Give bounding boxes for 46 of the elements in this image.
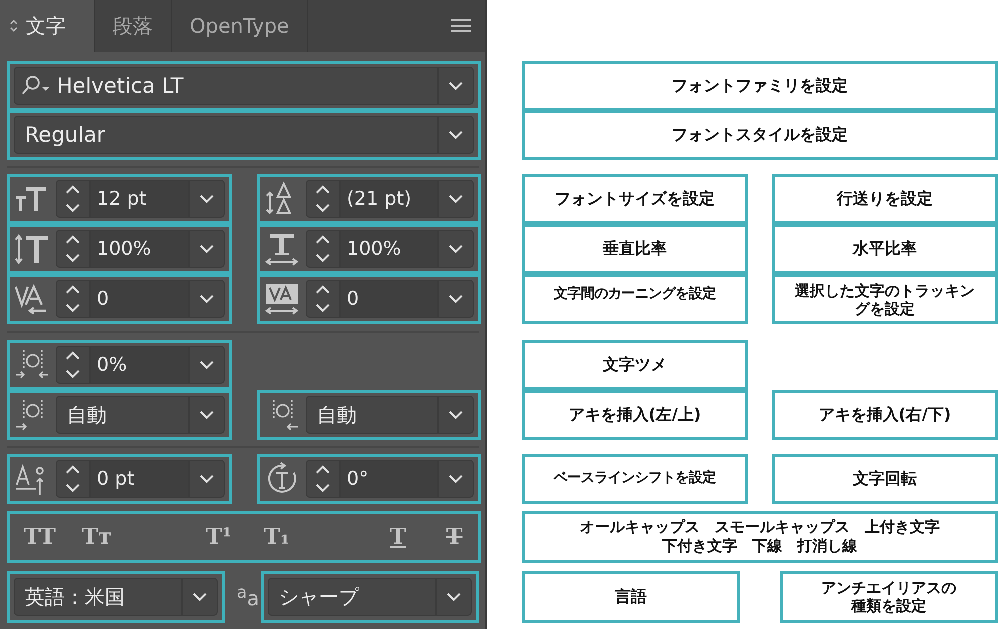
tracking-icon	[264, 281, 300, 317]
annotation-label: 水平比率	[772, 224, 998, 274]
text-style-button[interactable]: TT	[20, 526, 60, 548]
annotation-label: 言語	[522, 571, 740, 623]
annotation-label: ベースラインシフトを設定	[522, 454, 748, 504]
horizontal-scale-icon	[264, 231, 300, 267]
text-style-button[interactable]: T	[442, 526, 467, 548]
number-combo-box[interactable]: 0 pt	[56, 460, 225, 498]
annotation-label: 文字回転	[772, 454, 998, 504]
sort-arrows-icon[interactable]	[10, 19, 18, 33]
annotation-label: アンチエイリアスの種類を設定	[780, 571, 998, 623]
number-combo-box[interactable]: 0°	[306, 460, 474, 498]
font-style-dropdown[interactable]: Regular	[14, 116, 474, 154]
annotation-label: 行送りを設定	[772, 174, 998, 224]
search-icon[interactable]	[21, 75, 51, 97]
antialias-label: $^{a}$a	[237, 583, 260, 611]
annotation-label: フォントファミリを設定	[522, 61, 998, 111]
number-combo-box[interactable]: 12 pt	[56, 180, 225, 218]
language-dropdown[interactable]: 英語：米国	[14, 578, 218, 616]
number-combo-box[interactable]: 100%	[306, 230, 474, 268]
annotation-label: オールキャップス スモールキャップス 上付き文字下付き文字 下線 打消し線	[522, 511, 998, 563]
annotation-label: フォントスタイルを設定	[522, 110, 998, 160]
antialias-dropdown[interactable]: シャープ	[268, 578, 472, 616]
annotation-label: 選択した文字のトラッキングを設定	[772, 274, 998, 324]
annotation-label: 垂直比率	[522, 224, 748, 274]
text-style-button[interactable]: T¹	[202, 526, 236, 548]
number-combo-box[interactable]: 0	[56, 280, 225, 318]
annotation-label: 文字ツメ	[522, 340, 748, 390]
combo-box[interactable]: 0%	[56, 346, 225, 384]
panel-tab[interactable]: OpenType	[172, 0, 308, 52]
annotation-label: アキを挿入(右/下)	[772, 390, 998, 440]
font-family-dropdown[interactable]: Helvetica LT	[14, 67, 474, 105]
menu-icon[interactable]	[451, 19, 471, 33]
number-combo-box[interactable]: 100%	[56, 230, 225, 268]
number-combo-box[interactable]: (21 pt)	[306, 180, 474, 218]
text-style-button[interactable]: T	[386, 526, 410, 548]
panel-tab[interactable]: 段落	[95, 0, 172, 52]
number-combo-box[interactable]: 0	[306, 280, 474, 318]
combo-box[interactable]: 自動	[56, 396, 225, 434]
annotation-label: 文字間のカーニングを設定	[522, 274, 748, 324]
text-style-button[interactable]: T₁	[260, 526, 294, 548]
panel-tab[interactable]: 文字	[0, 0, 95, 52]
annotation-label: アキを挿入(左/上)	[522, 390, 748, 440]
annotation-label: フォントサイズを設定	[522, 174, 748, 224]
combo-box[interactable]: 自動	[306, 396, 474, 434]
text-style-button[interactable]: Tᴛ	[78, 526, 116, 548]
